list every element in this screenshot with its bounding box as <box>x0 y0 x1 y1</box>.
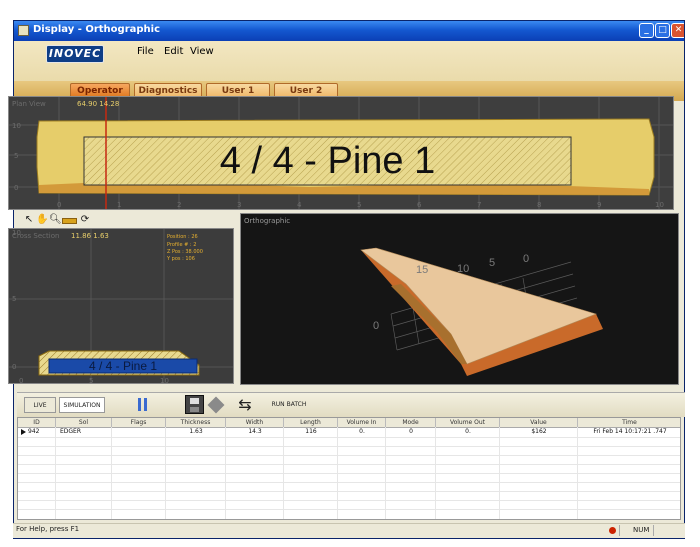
column-header[interactable]: ID <box>18 418 56 427</box>
rotate-icon[interactable]: ⟳ <box>79 214 91 226</box>
column-header[interactable]: Mode <box>386 418 436 427</box>
orthographic-graphic: 15 10 5 0 0 <box>360 247 603 376</box>
cell-mode: 0 <box>409 428 413 435</box>
cross-info-line: Y pos : 106 <box>167 256 195 262</box>
column-header[interactable]: Length <box>284 418 338 427</box>
cross-info-line: Z Pos : 38.000 <box>167 249 203 255</box>
cross-y-tick: 0 <box>12 363 17 371</box>
cell-thickness: 1.63 <box>189 428 203 435</box>
cell-value: $162 <box>531 428 547 435</box>
plan-y-tick: 10 <box>12 122 21 130</box>
column-header[interactable]: Thickness <box>166 418 226 427</box>
window-title: Display - Orthographic <box>33 24 161 35</box>
cell-volume-out: 0. <box>465 428 471 435</box>
column-header[interactable]: Width <box>226 418 284 427</box>
column-header[interactable]: Volume In <box>338 418 386 427</box>
plan-view-label: Plan View <box>12 100 46 108</box>
plan-y-tick: 0 <box>14 184 19 192</box>
row-pointer-icon <box>21 429 26 435</box>
ruler-icon[interactable] <box>62 214 77 226</box>
plan-y-tick: 5 <box>14 152 19 160</box>
ortho-axis-label: 5 <box>489 257 495 269</box>
cross-info-line: Position : 26 <box>167 234 198 240</box>
cell-sol: EDGER <box>60 428 82 435</box>
title-bar[interactable]: Display - Orthographic _ □ ✕ <box>14 21 684 41</box>
orthographic-panel[interactable]: 15 10 5 0 0 Orthographic <box>240 213 679 385</box>
status-help-text: For Help, press F1 <box>16 525 80 533</box>
table-row[interactable]: 942 EDGER 1.63 14.3 116 0. 0 0. $162 Fri… <box>18 428 680 437</box>
cross-section-readout: 11.86 1.63 <box>71 232 109 240</box>
ortho-axis-label: 0 <box>523 253 529 265</box>
num-lock-indicator: NUM <box>633 526 650 534</box>
plan-x-tick: 3 <box>237 201 242 209</box>
ortho-axis-label: 0 <box>373 320 379 332</box>
cross-x-tick: 10 <box>160 377 169 384</box>
plan-x-tick: 8 <box>537 201 542 209</box>
cell-length: 116 <box>305 428 317 435</box>
diamond-icon[interactable] <box>207 396 225 414</box>
app-icon <box>18 25 29 36</box>
column-header[interactable]: Volume Out <box>436 418 500 427</box>
menu-file[interactable]: File <box>137 46 154 57</box>
pointer-icon[interactable]: ↖ <box>23 214 35 226</box>
column-header[interactable]: Flags <box>112 418 166 427</box>
plan-x-tick: 6 <box>417 201 422 209</box>
table-header: ID Sol Flags Thickness Width Length Volu… <box>18 418 680 428</box>
cell-id: 942 <box>28 428 40 435</box>
simulation-tab[interactable]: SIMULATION <box>59 397 105 413</box>
results-table[interactable]: ID Sol Flags Thickness Width Length Volu… <box>17 417 681 520</box>
cross-y-tick: 5 <box>12 295 17 303</box>
cell-volume-in: 0. <box>359 428 365 435</box>
plan-x-tick: 7 <box>477 201 482 209</box>
cross-info-line: Profile # : 2 <box>167 242 197 248</box>
plan-board-label: 4 / 4 - Pine 1 <box>219 140 436 182</box>
zoom-icon[interactable]: 🔍︎ <box>49 214 62 226</box>
close-button[interactable]: ✕ <box>671 23 684 38</box>
app-header: INOVEC File Edit View Operator Diagnosti… <box>14 41 684 101</box>
cell-width: 14.3 <box>248 428 262 435</box>
plan-x-tick: 5 <box>357 201 362 209</box>
column-header[interactable]: Value <box>500 418 578 427</box>
run-batch-button[interactable]: RUN BATCH <box>264 398 314 412</box>
save-icon[interactable] <box>185 395 204 414</box>
plan-x-tick: 10 <box>655 201 664 209</box>
cross-x-tick: 0 <box>19 377 24 384</box>
inovec-logo: INOVEC <box>46 45 104 63</box>
plan-x-tick: 0 <box>57 201 62 209</box>
menu-edit[interactable]: Edit <box>164 46 183 57</box>
column-header[interactable]: Time <box>578 418 680 427</box>
cell-time: Fri Feb 14 10:17:21 .747 <box>593 428 667 435</box>
minimize-button[interactable]: _ <box>639 23 654 38</box>
pause-icon[interactable] <box>138 398 148 411</box>
menu-view[interactable]: View <box>190 46 214 57</box>
plan-x-tick: 4 <box>297 201 302 209</box>
cross-toolbar: ↖ ✋ 🔍︎ ⟳ <box>21 213 239 228</box>
plan-view-readout: 64.90 14.28 <box>77 100 120 108</box>
control-bar: LIVE SIMULATION ⇆ RUN BATCH <box>17 392 685 417</box>
live-tab[interactable]: LIVE <box>24 397 56 413</box>
cell-flags <box>112 428 166 436</box>
plan-view-panel[interactable]: Plan View 64.90 14.28 4 / 4 - Pine 1 10 … <box>8 96 674 210</box>
ortho-axis-label: 10 <box>457 263 469 275</box>
maximize-button[interactable]: □ <box>655 23 670 38</box>
status-bar: For Help, press F1 NUM <box>13 523 685 538</box>
orthographic-label: Orthographic <box>244 217 291 225</box>
status-indicator-icon <box>609 527 616 534</box>
cross-y-tick: 10 <box>12 229 21 237</box>
plan-x-tick: 1 <box>117 201 122 209</box>
hand-icon[interactable]: ✋ <box>36 214 48 226</box>
column-header[interactable]: Sol <box>56 418 112 427</box>
ortho-axis-label: 15 <box>416 264 428 276</box>
cross-board-label: 4 / 4 - Pine 1 <box>88 359 158 373</box>
plan-x-tick: 9 <box>597 201 602 209</box>
cross-section-panel[interactable]: Cross Section 11.86 1.63 Position : 26 P… <box>8 228 234 384</box>
plan-x-tick: 2 <box>177 201 182 209</box>
cross-x-tick: 5 <box>89 377 94 384</box>
swap-icon[interactable]: ⇆ <box>235 395 255 415</box>
